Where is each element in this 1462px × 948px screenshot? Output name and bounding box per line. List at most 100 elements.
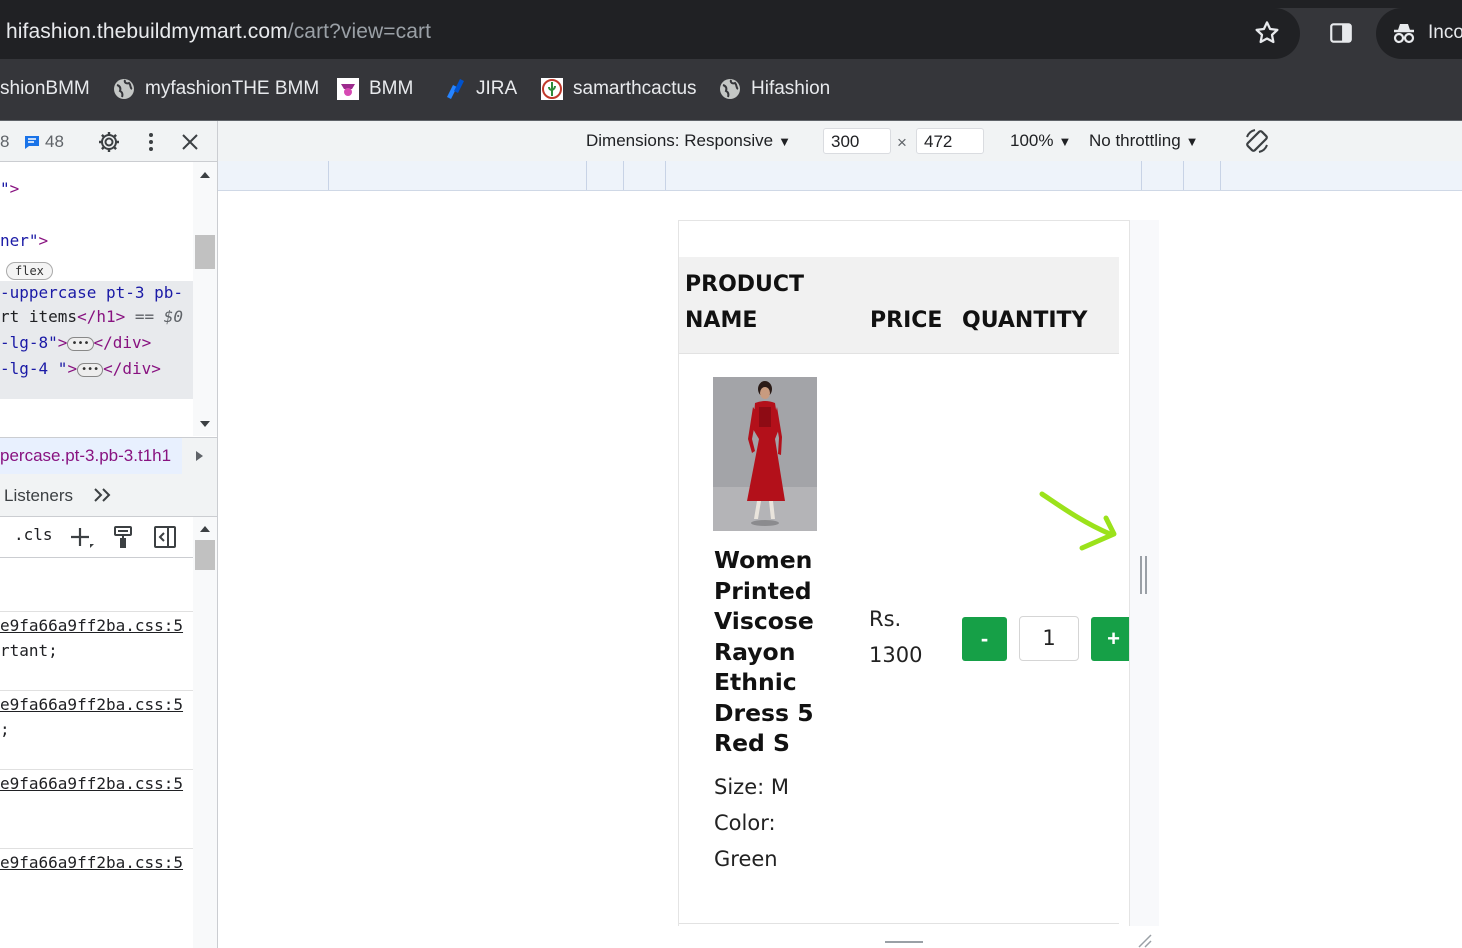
paint-brush-icon[interactable] <box>113 525 133 549</box>
dropdown-caret-icon: ▼ <box>778 134 791 149</box>
price-value: 1300 <box>869 643 923 667</box>
gear-icon[interactable] <box>97 130 121 154</box>
url-text[interactable]: hifashion.thebuildmymart.com/cart?view=c… <box>6 20 431 44</box>
corner-resize-icon[interactable] <box>1137 934 1153 948</box>
css-source-link[interactable]: e9fa66a9ff2ba.css:5 <box>0 695 183 714</box>
bookmark-hifashion[interactable]: Hifashion <box>719 76 830 102</box>
scroll-down-icon[interactable] <box>199 420 211 428</box>
toggle-sidebar-icon[interactable] <box>154 526 176 548</box>
styles-scrollbar[interactable] <box>193 517 217 948</box>
code-attr-value: -lg-4 " <box>0 359 68 378</box>
resize-handle-line[interactable] <box>1140 556 1142 594</box>
flex-badge[interactable]: flex <box>6 262 53 280</box>
css-source-link[interactable]: e9fa66a9ff2ba.css:5 <box>0 616 183 635</box>
ruler-marker[interactable] <box>586 161 587 190</box>
dress-photo <box>713 377 817 531</box>
bookmark-label: Hifashion <box>751 78 831 99</box>
url-host: hifashion.thebuildmymart.com <box>6 20 288 43</box>
scroll-up-icon[interactable] <box>199 525 211 533</box>
bookmark-bmm[interactable]: BMM <box>337 76 413 102</box>
ruler-marker[interactable] <box>328 161 329 190</box>
code-tag: > <box>57 333 68 352</box>
cart-table-header: PRODUCT NAME PRICE QUANTITY <box>679 257 1119 354</box>
bookmark-samarthcactus[interactable]: samarthcactus <box>541 76 697 102</box>
breadcrumb-text[interactable]: percase.pt-3.pb-3.t1h1 <box>0 446 171 466</box>
scroll-up-icon[interactable] <box>199 171 211 179</box>
height-input[interactable]: 472 <box>916 128 984 154</box>
code-line-7[interactable]: -lg-4 "> ••• </div> <box>0 359 161 378</box>
issues-count[interactable]: 8 <box>0 132 9 152</box>
ruler-marker[interactable] <box>1183 161 1184 190</box>
rule-divider <box>0 848 193 849</box>
new-rule-icon[interactable] <box>70 526 96 550</box>
css-source-link[interactable]: e9fa66a9ff2ba.css:5 <box>0 853 183 872</box>
bookmark-star-icon[interactable] <box>1252 18 1282 48</box>
code-tag: </h1> <box>77 307 126 326</box>
device-toolbar: Dimensions: Responsive ▼ 300 × 472 100% ▼ … <box>218 121 1462 162</box>
ruler-marker[interactable] <box>1141 161 1142 190</box>
product-price: Rs. 1300 <box>869 601 922 673</box>
bookmark-shionbmm[interactable]: shionBMM <box>0 76 90 102</box>
css-rule-text[interactable]: ; <box>0 720 10 739</box>
bookmark-label: shionBMM <box>0 78 90 99</box>
increase-quantity-button[interactable]: + <box>1091 617 1129 661</box>
ellipsis-badge[interactable]: ••• <box>77 362 104 377</box>
tab-event-listeners[interactable]: Listeners <box>4 486 73 506</box>
breadcrumb: percase.pt-3.pb-3.t1h1 <box>0 437 217 475</box>
ruler-marker[interactable] <box>665 161 666 190</box>
messages-count[interactable]: 48 <box>45 132 64 152</box>
breadcrumb-next-icon[interactable] <box>195 450 204 462</box>
bottom-resize-handle[interactable] <box>885 941 923 943</box>
dropdown-caret-icon: ▼ <box>1058 134 1072 149</box>
code-line-3[interactable]: flex <box>6 260 53 280</box>
more-tabs-icon[interactable] <box>93 487 113 503</box>
product-image[interactable] <box>713 377 817 531</box>
css-source-link[interactable]: e9fa66a9ff2ba.css:5 <box>0 774 183 793</box>
code-tag: > <box>38 231 49 250</box>
code-attr-value: " <box>0 179 10 198</box>
rotate-icon[interactable] <box>1243 127 1271 155</box>
elements-scrollbar-thumb[interactable] <box>195 235 215 269</box>
address-bar-area: hifashion.thebuildmymart.com/cart?view=c… <box>0 8 1462 59</box>
cactus-icon <box>541 78 563 100</box>
throttling-dropdown[interactable]: No throttling ▼ <box>1089 131 1199 151</box>
rule-divider <box>0 611 193 612</box>
decrease-quantity-button[interactable]: - <box>962 617 1007 661</box>
bookmark-label: JIRA <box>476 78 518 99</box>
css-rule-text[interactable]: rtant; <box>0 641 58 660</box>
cls-button[interactable]: .cls <box>14 525 53 544</box>
code-line-4[interactable]: -uppercase pt-3 pb- <box>0 283 183 302</box>
url-path: /cart?view=cart <box>287 20 432 43</box>
width-input[interactable]: 300 <box>823 128 891 154</box>
omnibox[interactable]: hifashion.thebuildmymart.com/cart?view=c… <box>0 8 1300 59</box>
elements-scrollbar[interactable] <box>193 162 217 436</box>
code-line-2[interactable]: ner"> <box>0 231 48 250</box>
styles-scrollbar-thumb[interactable] <box>195 540 215 570</box>
zoom-dropdown[interactable]: 100% ▼ <box>1010 131 1071 151</box>
resize-handle-line[interactable] <box>1145 556 1147 594</box>
more-vertical-icon[interactable] <box>145 131 157 153</box>
code-line-1[interactable]: "> <box>0 179 19 198</box>
globe-icon <box>720 79 740 99</box>
product-color-value: Green <box>714 847 778 871</box>
bookmark-label: samarthcactus <box>573 78 697 99</box>
dropdown-caret-icon: ▼ <box>1185 134 1199 149</box>
code-line-6[interactable]: -lg-8"> ••• </div> <box>0 333 151 352</box>
quantity-input[interactable]: 1 <box>1019 616 1079 661</box>
ruler-marker[interactable] <box>1220 161 1221 190</box>
close-icon[interactable] <box>181 133 199 151</box>
jira-icon <box>447 79 464 99</box>
code-text: rt items <box>0 307 78 326</box>
dimensions-dropdown[interactable]: Dimensions: Responsive ▼ <box>586 131 791 151</box>
ruler-marker[interactable] <box>623 161 624 190</box>
product-name[interactable]: Women Printed Viscose Rayon Ethnic Dress… <box>714 545 832 759</box>
code-line-5[interactable]: rt items</h1> == $0 <box>0 307 183 326</box>
bookmark-jira[interactable]: JIRA <box>444 76 517 102</box>
row-divider <box>679 923 1119 924</box>
throttling-label: No throttling <box>1089 131 1181 150</box>
ellipsis-badge[interactable]: ••• <box>67 336 94 351</box>
side-panel-icon[interactable] <box>1328 20 1354 46</box>
rule-divider <box>0 769 193 770</box>
bookmark-myfashion[interactable]: myfashionTHE BMM <box>113 76 319 102</box>
rule-divider <box>0 690 193 691</box>
